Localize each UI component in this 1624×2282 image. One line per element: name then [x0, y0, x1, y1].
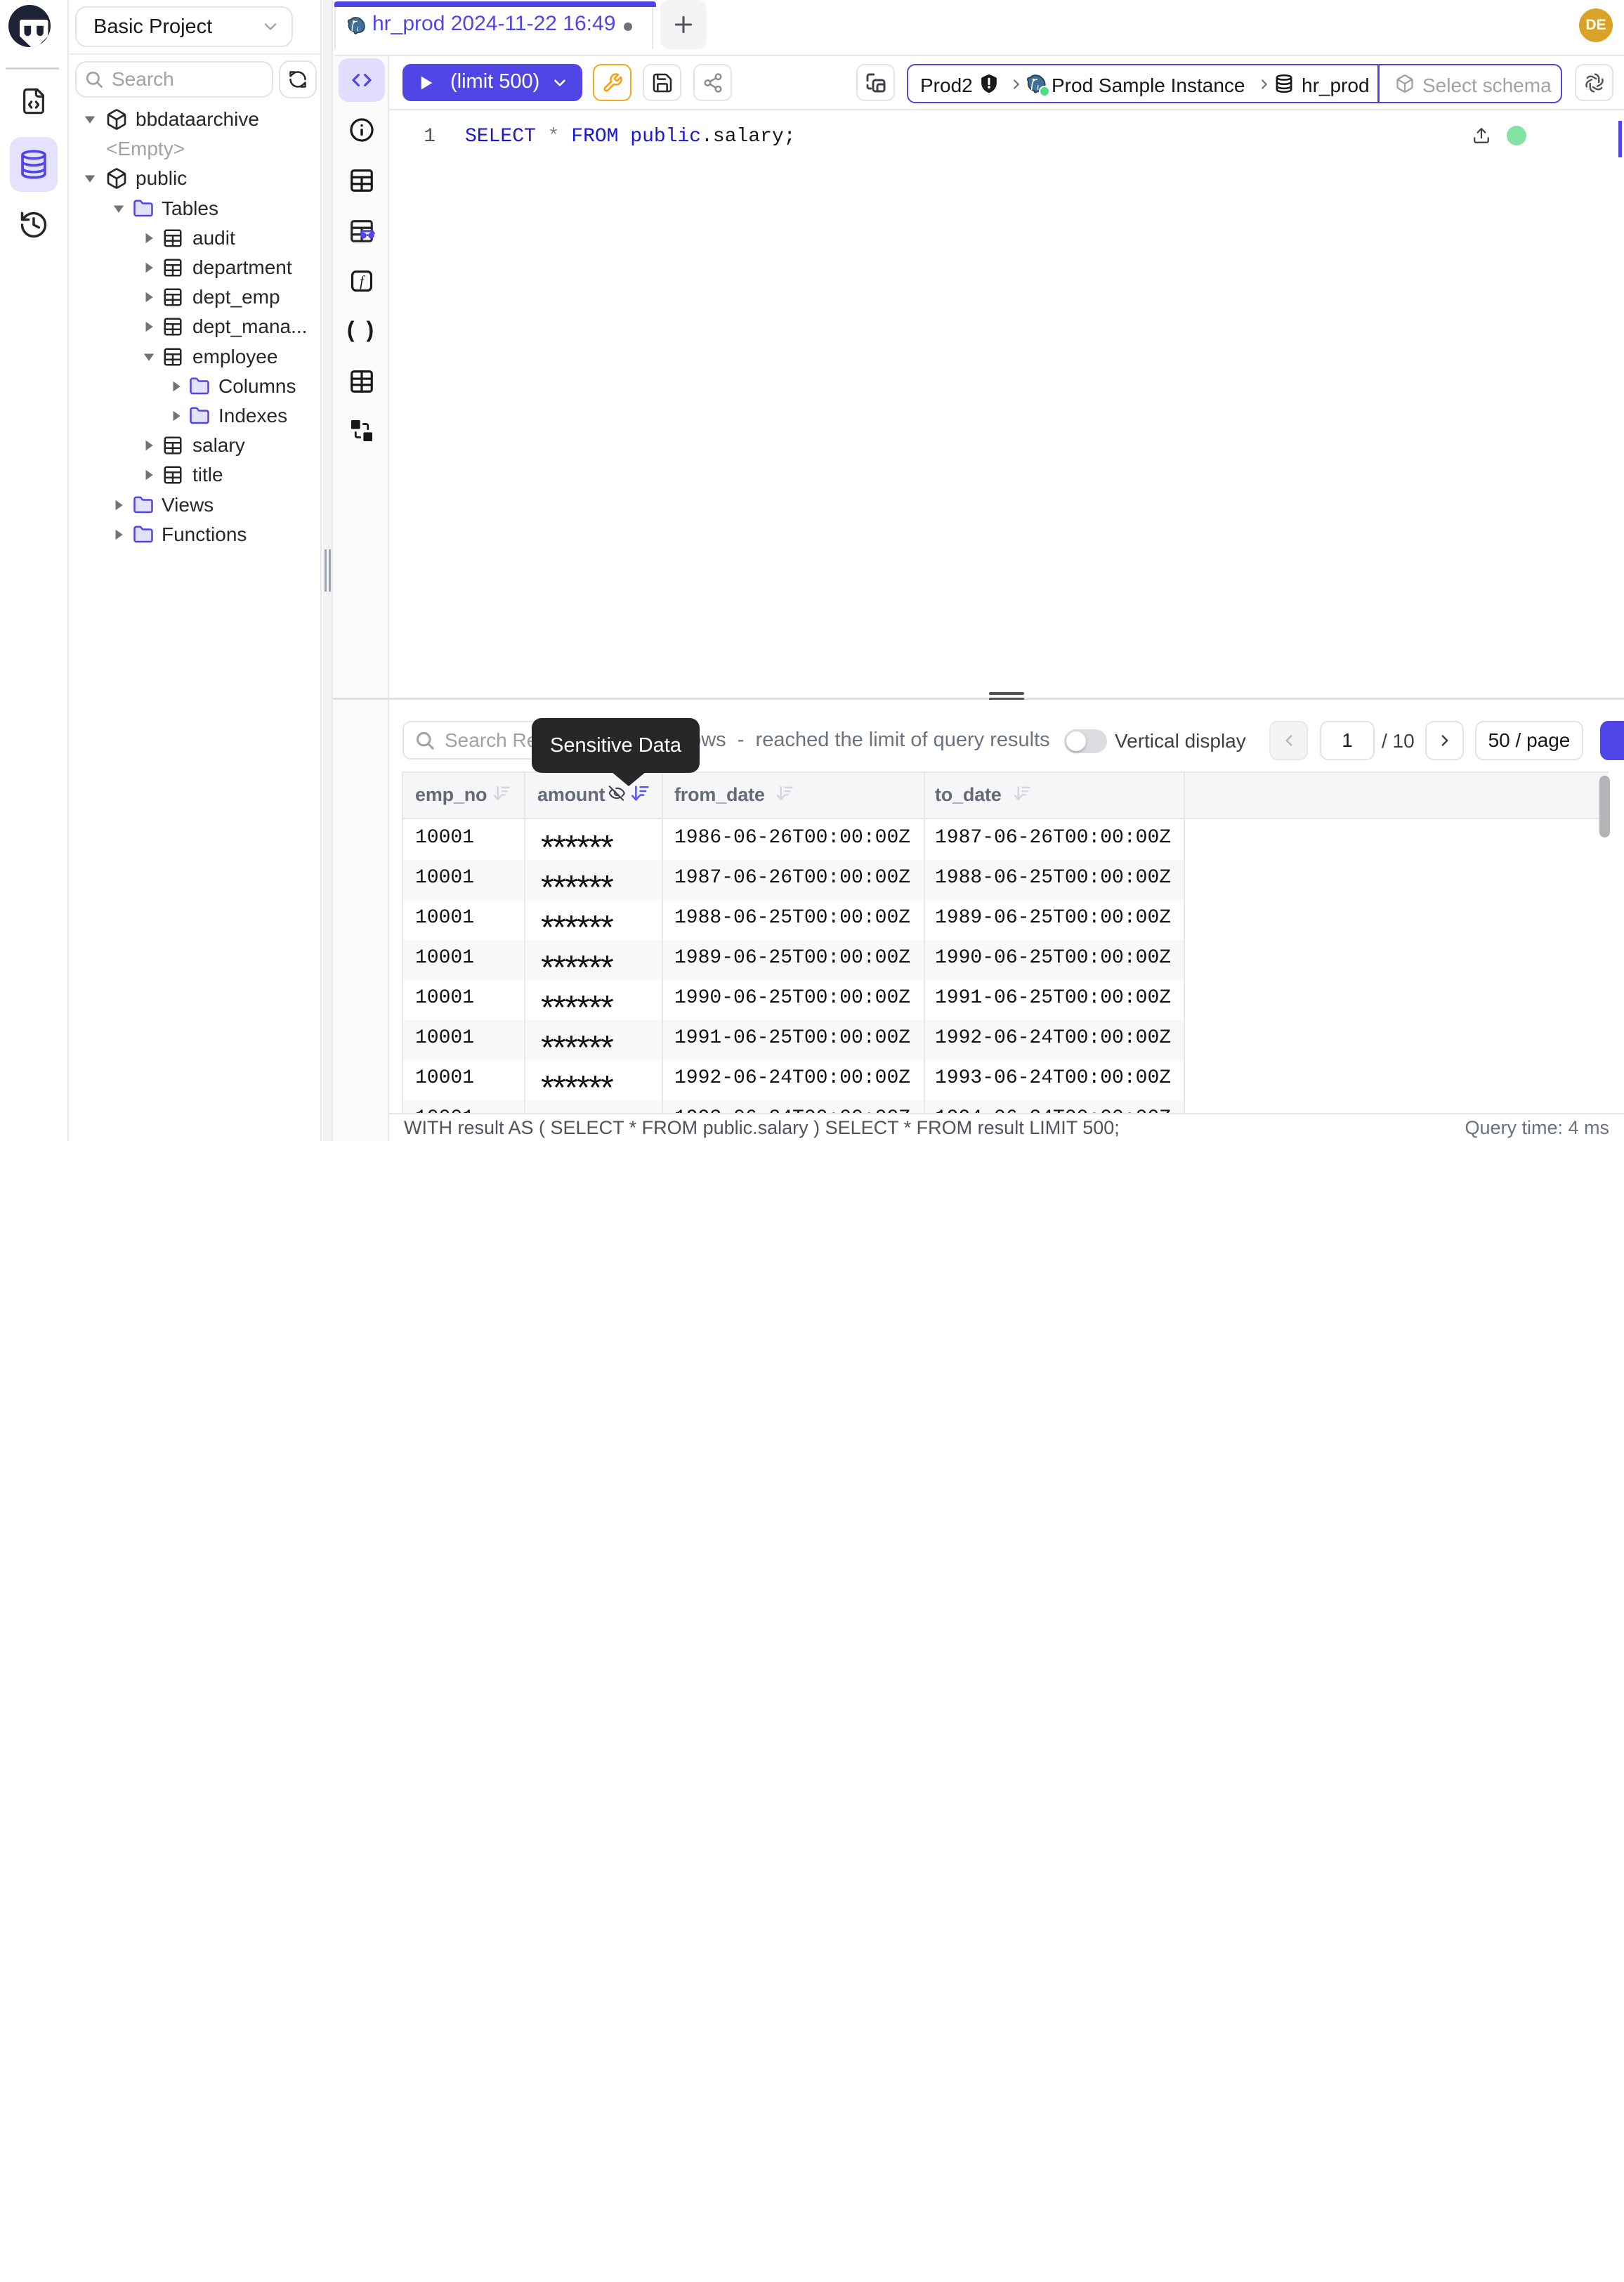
svg-text:f: f: [360, 274, 366, 289]
